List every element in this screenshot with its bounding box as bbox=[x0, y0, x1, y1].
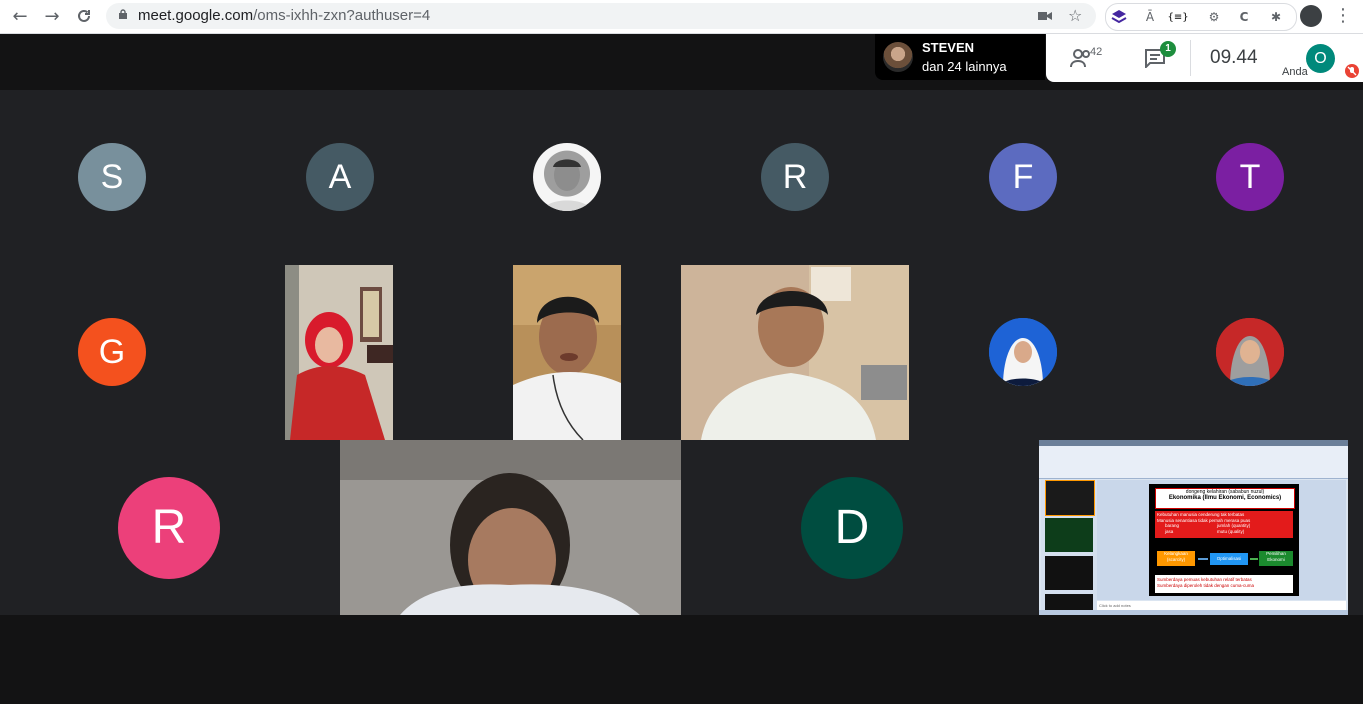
meet-bottom-bar bbox=[0, 615, 1363, 704]
participant-video-teacher bbox=[285, 265, 393, 440]
self-label: Anda bbox=[1282, 66, 1308, 78]
speaker-avatar bbox=[883, 42, 913, 72]
extension-a-icon[interactable]: Ā bbox=[1142, 9, 1158, 25]
participant-video-student-3 bbox=[340, 440, 681, 615]
url-text: meet.google.com/oms-ixhh-zxn?authuser=4 bbox=[138, 7, 431, 24]
extensions-puzzle-icon[interactable]: ✱ bbox=[1268, 9, 1284, 25]
participant-photo-hijab-blue bbox=[989, 318, 1057, 386]
ppt-canvas: dongeng kelahiran (sababun nuzul) Ekonom… bbox=[1097, 480, 1346, 600]
ppt-notes: Click to add notes bbox=[1097, 601, 1346, 610]
back-icon[interactable]: ← bbox=[8, 4, 32, 28]
presentation-screen-share: dongeng kelahiran (sababun nuzul) Ekonom… bbox=[1039, 440, 1348, 615]
profile-avatar[interactable] bbox=[1300, 5, 1322, 27]
participant-avatar-r: R bbox=[761, 143, 829, 211]
extension-braces-icon[interactable]: {≡} bbox=[1167, 9, 1188, 25]
slide-box-optimal: Optimalisasi bbox=[1210, 553, 1248, 565]
browser-toolbar: ← → meet.google.com/oms-ixhh-zxn?authuse… bbox=[0, 0, 1363, 34]
reload-icon[interactable] bbox=[72, 4, 96, 28]
participant-avatar-t: T bbox=[1216, 143, 1284, 211]
slide-red-box: Kebutuhan manusia cenderung tak terbatas… bbox=[1155, 511, 1293, 538]
extension-stack-icon[interactable] bbox=[1111, 9, 1127, 25]
slide-box-scarcity: Kelangkaan (scarcity) bbox=[1157, 551, 1195, 566]
slide-arrow-2 bbox=[1250, 558, 1258, 560]
bookmark-star-icon[interactable]: ☆ bbox=[1068, 6, 1082, 25]
extension-c-icon[interactable]: C bbox=[1236, 9, 1252, 25]
participant-photo-hijab-red bbox=[1216, 318, 1284, 386]
ppt-slide-thumbnails bbox=[1041, 480, 1097, 613]
participant-avatar-r-large: R bbox=[118, 477, 220, 579]
camera-icon[interactable] bbox=[1038, 11, 1052, 21]
lock-icon bbox=[119, 9, 127, 19]
meeting-info-panel: 42 1 09.44 O Anda bbox=[1046, 34, 1363, 82]
participant-avatar-a: A bbox=[306, 143, 374, 211]
chat-badge: 1 bbox=[1160, 41, 1176, 57]
browser-menu-icon[interactable]: ⋮ bbox=[1334, 5, 1352, 27]
extension-gear-icon[interactable]: ⚙ bbox=[1206, 9, 1222, 25]
participant-avatar-g: G bbox=[78, 318, 146, 386]
active-speaker-chip: STEVEN dan 24 lainnya bbox=[875, 34, 1045, 80]
speaker-others: dan 24 lainnya bbox=[922, 59, 1007, 74]
participant-video-student-1 bbox=[513, 265, 621, 440]
participant-avatar-s: S bbox=[78, 143, 146, 211]
self-avatar[interactable]: O bbox=[1306, 44, 1335, 73]
participants-count: 42 bbox=[1090, 46, 1103, 58]
slide-line-4a: jasa bbox=[1165, 528, 1174, 534]
slide-arrow-1 bbox=[1198, 558, 1208, 560]
participant-photo-avatar bbox=[533, 143, 601, 211]
meeting-clock: 09.44 bbox=[1210, 47, 1258, 68]
slide-subtitle: Ekonomika (Ilmu Ekonomi, Economics) bbox=[1168, 495, 1282, 501]
slide-box-choice: Pemilihan Ekonomi bbox=[1259, 551, 1293, 566]
participant-avatar-f: F bbox=[989, 143, 1057, 211]
participant-avatar-d-large: D bbox=[801, 477, 903, 579]
ppt-ribbon bbox=[1039, 446, 1348, 479]
participant-video-student-2 bbox=[681, 265, 909, 440]
speaker-name: STEVEN bbox=[922, 40, 975, 55]
slide-bottom-2: Sumberdaya diperoleh tidak dengan cuma-c… bbox=[1157, 583, 1255, 588]
extensions-area: Ā {≡} ⚙ C ✱ bbox=[1105, 3, 1297, 31]
address-bar[interactable]: meet.google.com/oms-ixhh-zxn?authuser=4 … bbox=[106, 3, 1096, 29]
mic-off-icon bbox=[1345, 64, 1359, 78]
panel-divider bbox=[1190, 40, 1191, 76]
slide-line-4b: mutu (quality) bbox=[1217, 528, 1245, 534]
forward-icon[interactable]: → bbox=[40, 4, 64, 28]
slide-bottom-box: Sumberdaya pemuas kebutuhan relatif terb… bbox=[1155, 575, 1293, 593]
ppt-slide: dongeng kelahiran (sababun nuzul) Ekonom… bbox=[1149, 484, 1299, 596]
